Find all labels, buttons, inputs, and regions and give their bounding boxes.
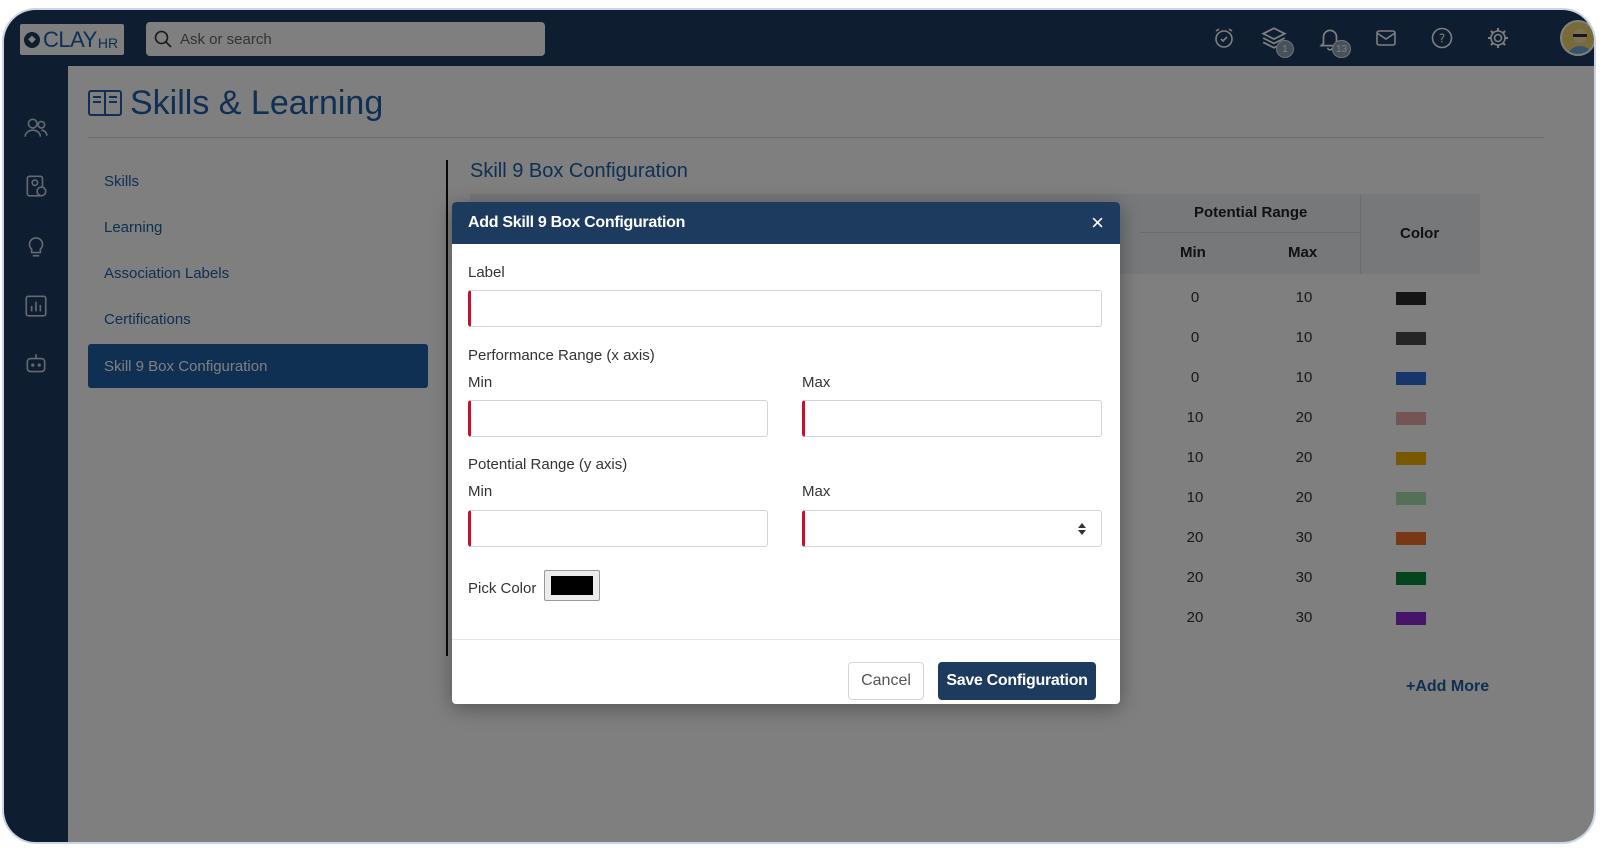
potential-max-field[interactable]	[802, 510, 1102, 547]
performance-min-input[interactable]	[471, 401, 767, 436]
performance-max-field[interactable]	[802, 400, 1102, 437]
label-input[interactable]	[471, 291, 1101, 326]
potential-range-label: Potential Range (y axis)	[468, 456, 628, 473]
color-picker[interactable]	[544, 570, 600, 601]
performance-min-label: Min	[468, 374, 493, 391]
add-config-modal: Add Skill 9 Box Configuration × Label Pe…	[452, 202, 1120, 704]
picked-color-swatch	[551, 576, 593, 595]
modal-header: Add Skill 9 Box Configuration ×	[452, 202, 1120, 244]
app-window: ◆ CLAY HR 1 13 ?	[2, 8, 1596, 844]
pick-color-label: Pick Color	[468, 580, 537, 597]
label-field[interactable]	[468, 290, 1102, 327]
potential-min-label: Min	[468, 483, 493, 500]
potential-min-input[interactable]	[471, 511, 767, 546]
modal-title: Add Skill 9 Box Configuration	[468, 214, 686, 231]
number-spinner-icon[interactable]	[1077, 522, 1087, 536]
save-configuration-button[interactable]: Save Configuration	[938, 662, 1096, 700]
performance-min-field[interactable]	[468, 400, 768, 437]
potential-max-input[interactable]	[805, 511, 1101, 546]
performance-max-input[interactable]	[805, 401, 1101, 436]
performance-max-label: Max	[802, 374, 831, 391]
modal-footer-divider	[452, 639, 1120, 640]
cancel-button[interactable]: Cancel	[848, 662, 924, 700]
performance-range-label: Performance Range (x axis)	[468, 347, 655, 364]
potential-max-label: Max	[802, 483, 831, 500]
potential-min-field[interactable]	[468, 510, 768, 547]
label-field-label: Label	[468, 264, 505, 281]
close-icon[interactable]: ×	[1091, 212, 1104, 234]
